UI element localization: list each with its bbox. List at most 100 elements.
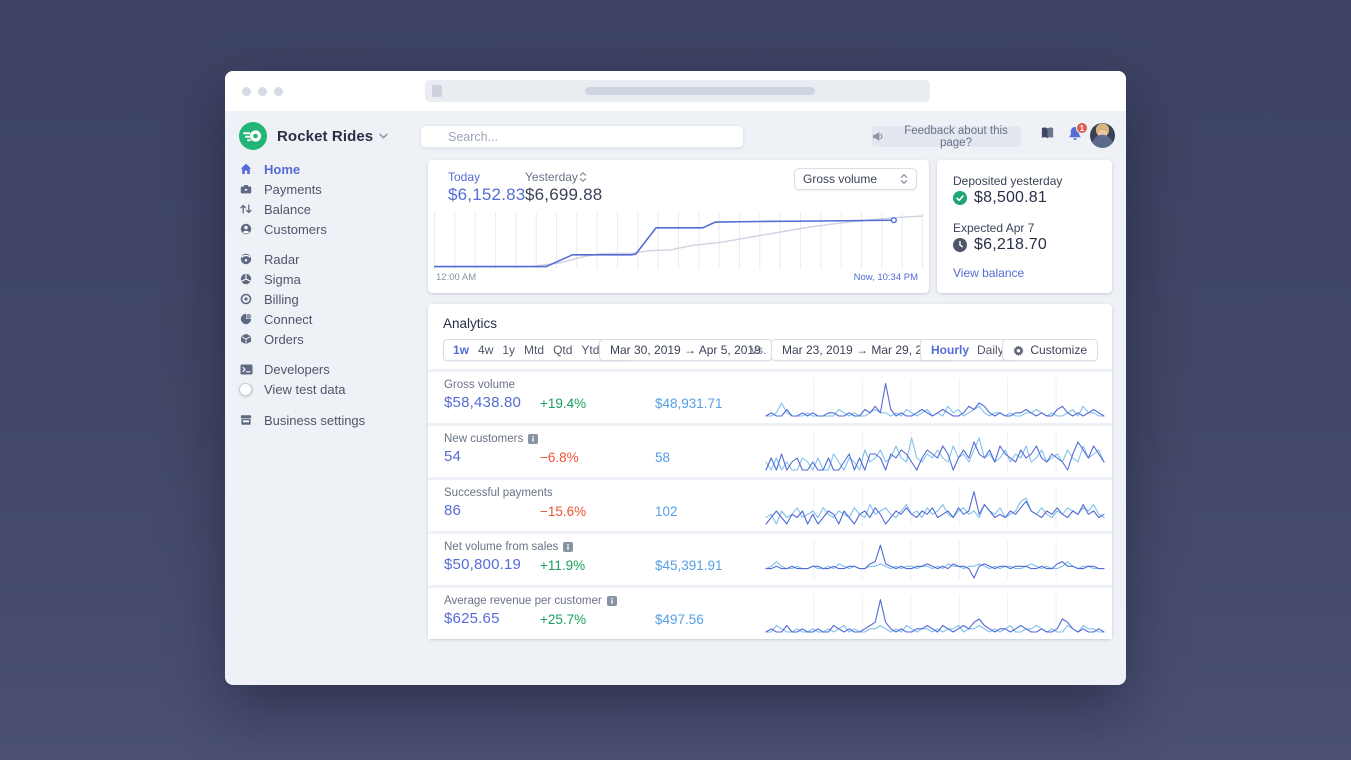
sidebar-item-orders[interactable]: Orders: [225, 329, 420, 349]
sidebar-item-label: Balance: [264, 201, 311, 217]
address-bar[interactable]: [425, 80, 930, 102]
test-data-toggle[interactable]: [239, 382, 253, 396]
metric-rows: Gross volume $58,438.80 +19.4% $48,931.7…: [428, 369, 1112, 639]
sidebar-item-billing[interactable]: Billing: [225, 289, 420, 309]
metric-row-new-customers[interactable]: New customers 54 −6.8% 58: [428, 426, 1112, 477]
range-mtd[interactable]: Mtd: [524, 343, 544, 357]
range-1y[interactable]: 1y: [502, 343, 515, 357]
expected-label: Expected Apr 7: [953, 221, 1035, 235]
rocket-rides-logo-icon: [239, 122, 267, 150]
customize-label: Customize: [1030, 343, 1087, 357]
metric-row-successful-payments[interactable]: Successful payments 86 −15.6% 102: [428, 480, 1112, 531]
sidebar-item-home[interactable]: Home: [225, 159, 420, 179]
notifications-button[interactable]: 1: [1067, 122, 1088, 141]
metric-delta: +19.4%: [540, 396, 587, 411]
new-customers-sparkline: [765, 432, 1105, 472]
payments-icon: [239, 183, 253, 196]
metric-previous-value: 58: [655, 450, 671, 465]
today-label: Today: [448, 170, 481, 184]
sidebar-item-label: Business settings: [264, 412, 366, 428]
window-minimize-button[interactable]: [258, 87, 267, 96]
metric-label: New customers: [444, 433, 539, 445]
window-controls[interactable]: [242, 87, 283, 96]
sidebar-item-label: Radar: [264, 251, 300, 267]
billing-icon: [239, 293, 253, 306]
window-close-button[interactable]: [242, 87, 251, 96]
metric-label: Gross volume: [444, 379, 515, 391]
metric-previous-value: 102: [655, 504, 678, 519]
feedback-label: Feedback about this page?: [904, 124, 1008, 149]
metric-select-value: Gross volume: [803, 172, 878, 186]
range-4w[interactable]: 4w: [478, 343, 493, 357]
user-avatar[interactable]: [1090, 123, 1115, 148]
info-icon[interactable]: [528, 434, 539, 444]
sidebar-item-label: Developers: [264, 361, 330, 377]
granularity-group: Hourly Daily: [920, 339, 1015, 361]
sidebar-item-label: Billing: [264, 291, 299, 307]
main-content: Feedback about this page? 1 Today Yester…: [420, 111, 1126, 685]
balance-card: Deposited yesterday $8,500.81 Expected A…: [937, 160, 1112, 293]
sidebar-item-developers[interactable]: Developers: [225, 359, 420, 379]
metric-row-gross-volume[interactable]: Gross volume $58,438.80 +19.4% $48,931.7…: [428, 372, 1112, 423]
metric-delta: +11.9%: [540, 558, 586, 573]
sidebar-item-label: Orders: [264, 331, 304, 347]
sidebar-item-label: Connect: [264, 311, 313, 327]
browser-chrome: [225, 71, 1126, 111]
business-settings-icon: [239, 414, 253, 427]
metric-delta: −15.6%: [540, 504, 587, 519]
vs-label: vs.: [751, 343, 767, 357]
select-chevrons-icon: [900, 173, 908, 185]
info-icon[interactable]: [606, 596, 617, 606]
analytics-card: Analytics 1w 4w 1y Mtd Qtd Ytd All Mar 3…: [428, 304, 1112, 639]
sidebar-item-balance[interactable]: Balance: [225, 199, 420, 219]
gear-icon: [1013, 345, 1024, 356]
metric-row-net-volume[interactable]: Net volume from sales $50,800.19 +11.9% …: [428, 534, 1112, 585]
customers-icon: [239, 223, 253, 236]
gross-volume-sparkline: [765, 378, 1105, 418]
metric-current-value: 86: [444, 502, 462, 519]
feedback-button[interactable]: Feedback about this page?: [872, 124, 1021, 149]
sidebar-item-connect[interactable]: Connect: [225, 309, 420, 329]
customize-button[interactable]: Customize: [1002, 339, 1098, 361]
metric-previous-value: $45,391.91: [655, 558, 723, 573]
sidebar-item-customers[interactable]: Customers: [225, 219, 420, 239]
dashboard-app: Rocket Rides Home Payments Balance Custo…: [225, 111, 1126, 685]
range-qtd[interactable]: Qtd: [553, 343, 572, 357]
metric-current-value: $625.65: [444, 610, 500, 627]
primary-date-range[interactable]: Mar 30, 2019 → Apr 5, 2019: [599, 339, 772, 361]
granularity-daily[interactable]: Daily: [977, 343, 1004, 357]
account-switcher[interactable]: Rocket Rides: [239, 122, 388, 150]
metric-select[interactable]: Gross volume: [794, 168, 917, 190]
docs-button[interactable]: [1040, 126, 1055, 140]
sidebar-item-radar[interactable]: Radar: [225, 249, 420, 269]
metric-label: Successful payments: [444, 487, 553, 499]
range-ytd[interactable]: Ytd: [581, 343, 599, 357]
granularity-hourly[interactable]: Hourly: [931, 343, 969, 357]
comparison-selector-icon[interactable]: [579, 171, 587, 183]
info-icon[interactable]: [563, 542, 574, 552]
radar-icon: [239, 253, 253, 266]
sidebar-item-label: View test data: [264, 381, 346, 397]
successful-payments-sparkline: [765, 486, 1105, 526]
yesterday-label: Yesterday: [525, 170, 578, 184]
connect-icon: [239, 313, 253, 326]
sidebar-item-business-settings[interactable]: Business settings: [225, 410, 420, 430]
today-vs-yesterday-chart: [434, 212, 923, 269]
sidebar-item-view-test-data[interactable]: View test data: [225, 379, 420, 399]
sidebar-item-payments[interactable]: Payments: [225, 179, 420, 199]
favicon-placeholder: [432, 85, 442, 97]
overview-card: Today Yesterday $6,152.83 $6,699.88 Gros…: [428, 160, 929, 293]
range-1w[interactable]: 1w: [453, 343, 469, 357]
window-zoom-button[interactable]: [274, 87, 283, 96]
sigma-icon: [239, 273, 253, 286]
metric-previous-value: $48,931.71: [655, 396, 723, 411]
metric-row-average-revenue[interactable]: Average revenue per customer $625.65 +25…: [428, 588, 1112, 639]
sidebar-item-sigma[interactable]: Sigma: [225, 269, 420, 289]
view-balance-link[interactable]: View balance: [953, 266, 1024, 280]
analytics-controls: 1w 4w 1y Mtd Qtd Ytd All Mar 30, 2019 → …: [443, 339, 1098, 361]
developers-icon: [239, 363, 253, 376]
search-input[interactable]: [420, 125, 744, 148]
metric-current-value: $58,438.80: [444, 394, 522, 411]
metric-label: Average revenue per customer: [444, 595, 617, 607]
check-circle-icon: [953, 191, 967, 205]
